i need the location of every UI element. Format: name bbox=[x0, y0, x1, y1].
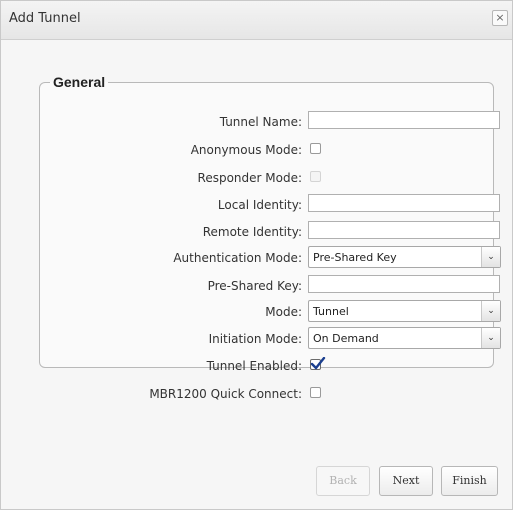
remote-identity-row: Remote Identity: bbox=[40, 221, 500, 245]
remote-identity-input[interactable] bbox=[308, 221, 500, 239]
initiation-mode-select[interactable]: On Demand ⌄ bbox=[308, 327, 501, 349]
next-button[interactable]: Next bbox=[379, 466, 433, 496]
responder-mode-checkbox bbox=[310, 171, 321, 182]
local-identity-label: Local Identity: bbox=[217, 198, 302, 212]
mode-select[interactable]: Tunnel ⌄ bbox=[308, 300, 501, 322]
close-icon[interactable]: × bbox=[492, 10, 508, 26]
quick-connect-label: MBR1200 Quick Connect: bbox=[149, 387, 302, 401]
initiation-mode-row: Initiation Mode: On Demand ⌄ bbox=[40, 327, 501, 352]
dialog-titlebar: Add Tunnel × bbox=[1, 1, 512, 40]
tunnel-enabled-row: Tunnel Enabled: bbox=[40, 355, 495, 379]
chevron-down-icon: ⌄ bbox=[481, 301, 500, 321]
local-identity-input[interactable] bbox=[308, 194, 500, 212]
authentication-mode-select[interactable]: Pre-Shared Key ⌄ bbox=[308, 246, 501, 268]
quick-connect-checkbox[interactable] bbox=[310, 387, 321, 398]
dialog-content: General Tunnel Name: Anonymous Mode: Res… bbox=[1, 40, 512, 509]
remote-identity-label: Remote Identity: bbox=[202, 225, 302, 239]
pre-shared-key-input[interactable] bbox=[308, 275, 500, 293]
tunnel-name-input[interactable] bbox=[308, 111, 500, 129]
anonymous-mode-label: Anonymous Mode: bbox=[190, 143, 302, 157]
responder-mode-row: Responder Mode: bbox=[40, 167, 495, 191]
responder-mode-label: Responder Mode: bbox=[197, 171, 302, 185]
mode-row: Mode: Tunnel ⌄ bbox=[40, 300, 501, 325]
pre-shared-key-row: Pre-Shared Key: bbox=[40, 275, 500, 299]
mode-value: Tunnel bbox=[313, 305, 349, 318]
general-fieldset: General Tunnel Name: Anonymous Mode: Res… bbox=[39, 74, 501, 401]
initiation-mode-value: On Demand bbox=[313, 332, 379, 345]
dialog-title: Add Tunnel bbox=[9, 11, 81, 26]
checkmark-icon bbox=[310, 357, 326, 370]
add-tunnel-dialog: Add Tunnel × General Tunnel Name: Anonym… bbox=[0, 0, 513, 510]
anonymous-mode-checkbox[interactable] bbox=[310, 143, 321, 154]
mode-label: Mode: bbox=[265, 305, 302, 319]
tunnel-enabled-checkbox[interactable] bbox=[310, 357, 326, 370]
authentication-mode-row: Authentication Mode: Pre-Shared Key ⌄ bbox=[40, 246, 501, 271]
finish-button[interactable]: Finish bbox=[441, 466, 498, 496]
chevron-down-icon: ⌄ bbox=[481, 247, 500, 267]
initiation-mode-label: Initiation Mode: bbox=[208, 332, 302, 346]
pre-shared-key-label: Pre-Shared Key: bbox=[207, 279, 302, 293]
tunnel-name-row: Tunnel Name: bbox=[40, 111, 500, 135]
tunnel-name-label: Tunnel Name: bbox=[219, 115, 302, 129]
quick-connect-row: MBR1200 Quick Connect: bbox=[40, 383, 495, 407]
authentication-mode-label: Authentication Mode: bbox=[173, 251, 302, 265]
general-legend: General bbox=[53, 74, 106, 90]
local-identity-row: Local Identity: bbox=[40, 194, 500, 218]
back-button[interactable]: Back bbox=[316, 466, 370, 496]
anonymous-mode-row: Anonymous Mode: bbox=[40, 139, 495, 163]
chevron-down-icon: ⌄ bbox=[481, 328, 500, 348]
authentication-mode-value: Pre-Shared Key bbox=[313, 251, 397, 264]
tunnel-enabled-label: Tunnel Enabled: bbox=[206, 359, 302, 373]
